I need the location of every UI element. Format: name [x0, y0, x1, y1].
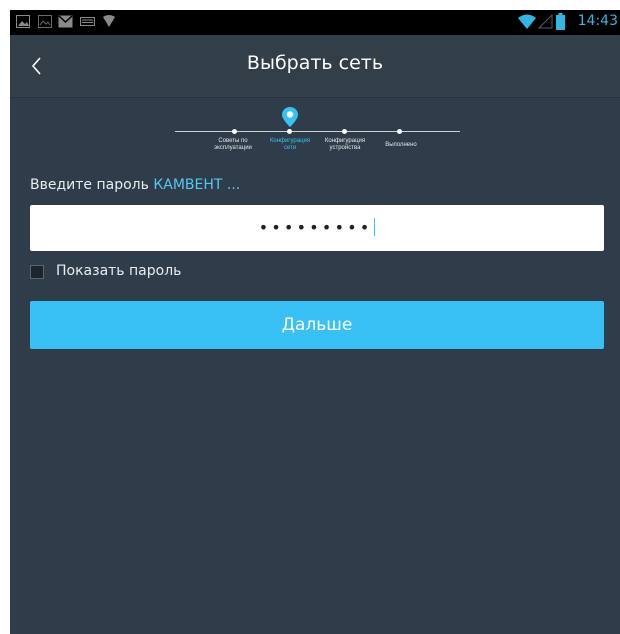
- step-label-tips: Советы по эксплуатации: [214, 138, 252, 151]
- step-dot-done: [397, 129, 402, 134]
- show-password-label: Показать пароль: [56, 263, 182, 279]
- step-label-done: Выполнено: [385, 142, 417, 148]
- app-header: Выбрать сеть: [10, 35, 620, 98]
- show-password-checkbox[interactable]: [30, 265, 44, 279]
- mail-icon: [58, 15, 73, 28]
- step-dot-device: [342, 129, 347, 134]
- device-screen: 14:43 Выбрать сеть Советы по эксплуатаци…: [10, 10, 620, 634]
- photo-icon: [38, 15, 52, 28]
- cellular-icon: [538, 14, 553, 29]
- password-value: •••••••••: [30, 218, 604, 237]
- location-pin-icon: [282, 107, 298, 127]
- keyboard-icon: [80, 17, 95, 26]
- status-time: 14:43: [577, 13, 618, 29]
- image-icon: [16, 15, 30, 28]
- password-input[interactable]: •••••••••: [30, 205, 604, 251]
- battery-icon: [556, 13, 565, 30]
- page-title: Выбрать сеть: [246, 52, 384, 74]
- step-dot-network: [287, 129, 292, 134]
- prompt-text: Введите пароль: [30, 177, 149, 193]
- step-label-network: Конфигурация сети: [269, 138, 311, 151]
- signal-icon: [103, 15, 115, 27]
- step-dot-tips: [232, 129, 237, 134]
- network-name: КАМВЕНТ ...: [153, 177, 241, 193]
- next-button[interactable]: Дальше: [30, 301, 604, 349]
- password-prompt: Введите пароль КАМВЕНТ ...: [30, 177, 240, 193]
- progress-stepper: Советы по эксплуатации Конфигурация сети…: [175, 107, 460, 167]
- status-bar: 14:43: [10, 10, 620, 35]
- step-label-device: Конфигурация устройства: [324, 138, 366, 151]
- stepper-line: [175, 131, 460, 132]
- wifi-icon: [518, 14, 536, 29]
